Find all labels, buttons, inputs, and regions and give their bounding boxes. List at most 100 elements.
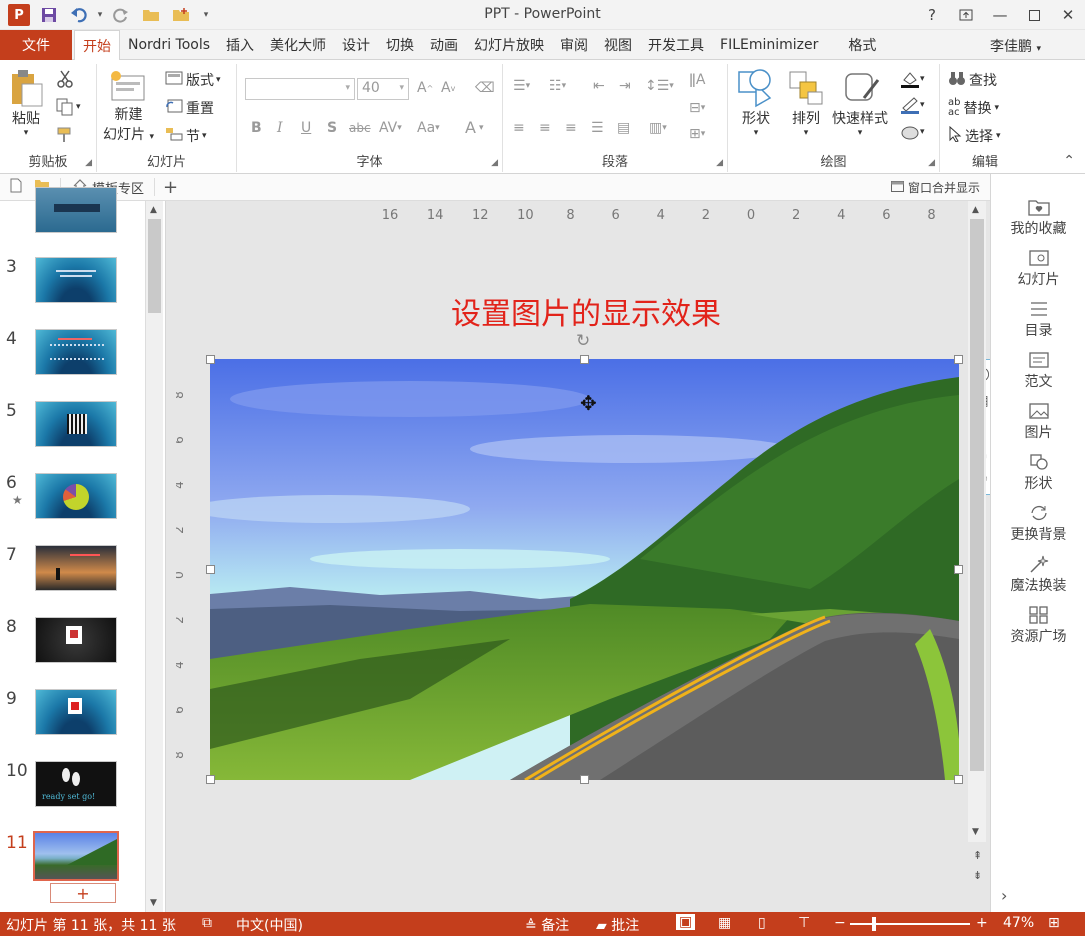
thumbnail-scrollbar[interactable]: ▲ ▼: [145, 201, 163, 912]
slide-thumbnail[interactable]: [35, 473, 117, 519]
underline-icon[interactable]: U: [301, 120, 311, 136]
slide-thumbnail-row[interactable]: 4: [0, 329, 145, 379]
maximize-icon[interactable]: [1017, 0, 1051, 30]
open-folder-icon[interactable]: [136, 0, 166, 30]
replace-button[interactable]: ab ac 替换 ▾: [948, 98, 999, 118]
slide-thumbnail[interactable]: ready set go!: [35, 761, 117, 807]
tab-home[interactable]: 开始: [74, 30, 120, 61]
user-account[interactable]: 李佳鹏 ▾: [990, 36, 1041, 56]
scroll-up-icon[interactable]: ▲: [150, 205, 157, 215]
tab-beautify-master[interactable]: 美化大师: [262, 30, 334, 60]
strikethrough-icon[interactable]: abc: [349, 121, 371, 135]
align-text-icon[interactable]: ⊟ ▾: [689, 100, 705, 116]
slide-thumbnail-2-partial[interactable]: [35, 187, 117, 233]
tab-nordri-tools[interactable]: Nordri Tools: [120, 30, 218, 60]
spell-check-icon[interactable]: ⧉: [202, 915, 212, 931]
scroll-down-icon[interactable]: ▼: [150, 898, 157, 908]
tab-slide-show[interactable]: 幻灯片放映: [466, 30, 552, 60]
font-name-box[interactable]: ▾: [245, 78, 355, 100]
italic-icon[interactable]: I: [277, 120, 283, 136]
scroll-thumb[interactable]: [148, 219, 161, 313]
language-indicator[interactable]: 中文(中国): [236, 915, 303, 935]
resize-handle-bottom-left[interactable]: [206, 775, 215, 784]
side-favorites[interactable]: 我的收藏: [991, 196, 1085, 238]
undo-icon[interactable]: [64, 0, 94, 30]
paste-button[interactable]: 粘贴 ▾: [8, 68, 44, 138]
bullets-icon[interactable]: ☰ ▾: [513, 78, 530, 94]
justify-icon[interactable]: ☰: [591, 120, 604, 136]
side-magic-makeover[interactable]: 魔法换装: [991, 553, 1085, 595]
rotate-handle-icon[interactable]: ↻: [576, 331, 590, 351]
slide-thumbnail-row[interactable]: 6 ★: [0, 473, 145, 523]
columns-icon[interactable]: ▥ ▾: [649, 120, 667, 136]
drawing-launcher-icon[interactable]: ◢: [928, 158, 935, 168]
font-size-box[interactable]: 40 ▾: [357, 78, 409, 100]
slide-thumbnail-row[interactable]: 3: [0, 257, 145, 307]
shape-outline-icon[interactable]: ▾: [900, 96, 925, 114]
scroll-up-icon[interactable]: ▲: [972, 205, 979, 215]
resize-handle-bottom-right[interactable]: [954, 775, 963, 784]
slide-thumbnail[interactable]: [35, 617, 117, 663]
redo-icon[interactable]: [106, 0, 136, 30]
text-direction-icon[interactable]: ǁA: [689, 72, 705, 88]
slide-thumbnail-row-selected[interactable]: 11: [0, 831, 145, 883]
slide-picture[interactable]: [210, 359, 959, 780]
slideshow-view-icon[interactable]: ⊤: [798, 915, 810, 931]
notes-button[interactable]: ≜ 备注: [525, 915, 569, 935]
slide-sorter-icon[interactable]: ▦: [718, 915, 731, 931]
resize-handle-top-center[interactable]: [580, 355, 589, 364]
resize-handle-top-right[interactable]: [954, 355, 963, 364]
customize-toolbar-icon[interactable]: ▾: [196, 0, 216, 30]
grow-font-icon[interactable]: A ^: [417, 80, 433, 96]
slide-title[interactable]: 设置图片的显示效果: [266, 289, 906, 333]
tab-animations[interactable]: 动画: [422, 30, 466, 60]
decrease-indent-icon[interactable]: ⇤: [593, 78, 605, 94]
add-slide-button[interactable]: +: [50, 883, 116, 903]
side-toc[interactable]: 目录: [991, 298, 1085, 340]
help-icon[interactable]: ?: [915, 0, 949, 30]
select-button[interactable]: 选择 ▾: [948, 125, 1001, 146]
shapes-button[interactable]: 形状 ▾: [736, 68, 776, 138]
change-case-icon[interactable]: Aa ▾: [417, 120, 440, 136]
slide-counter[interactable]: 幻灯片 第 11 张，共 11 张: [6, 915, 176, 935]
tab-view[interactable]: 视图: [596, 30, 640, 60]
tab-format[interactable]: 格式: [826, 30, 884, 60]
slide-thumbnail-row[interactable]: 8: [0, 617, 145, 667]
shrink-font-icon[interactable]: Av: [441, 80, 455, 96]
slide-thumbnail-row[interactable]: 9: [0, 689, 145, 739]
convert-smartart-icon[interactable]: ⊞ ▾: [689, 126, 705, 142]
layout-button[interactable]: 版式 ▾: [165, 70, 221, 90]
slide-thumbnail-row[interactable]: 10 ready set go!: [0, 761, 145, 811]
increase-indent-icon[interactable]: ⇥: [619, 78, 631, 94]
side-resource-square[interactable]: 资源广场: [991, 604, 1085, 646]
shape-effects-icon[interactable]: ▾: [900, 124, 925, 140]
shape-fill-icon[interactable]: ▾: [900, 70, 925, 88]
scroll-thumb[interactable]: [970, 219, 984, 771]
tab-developer[interactable]: 开发工具: [640, 30, 712, 60]
text-shadow-icon[interactable]: S: [327, 120, 337, 136]
quick-styles-button[interactable]: 快速样式 ▾: [832, 68, 888, 138]
expand-panel-icon[interactable]: ›: [1001, 886, 1007, 905]
format-painter-icon[interactable]: [56, 126, 74, 144]
scroll-down-icon[interactable]: ▼: [972, 827, 979, 837]
align-right-icon[interactable]: ≡: [565, 120, 577, 136]
new-document-icon[interactable]: [10, 178, 22, 197]
resize-handle-bottom-center[interactable]: [580, 775, 589, 784]
slide-thumbnail[interactable]: [35, 329, 117, 375]
character-spacing-icon[interactable]: AV ▾: [379, 120, 402, 136]
copy-icon[interactable]: ▾: [56, 98, 81, 116]
paragraph-launcher-icon[interactable]: ◢: [716, 158, 723, 168]
tab-file[interactable]: 文件: [0, 30, 72, 60]
clipboard-launcher-icon[interactable]: ◢: [85, 158, 92, 168]
resize-handle-middle-left[interactable]: [206, 565, 215, 574]
close-icon[interactable]: ✕: [1051, 0, 1085, 30]
zoom-slider-thumb[interactable]: [872, 917, 876, 931]
section-button[interactable]: 节 ▾: [165, 126, 207, 146]
next-slide-icon[interactable]: ⇟: [973, 869, 982, 882]
minimize-icon[interactable]: —: [983, 0, 1017, 30]
align-center-icon[interactable]: ≡: [539, 120, 551, 136]
clear-formatting-icon[interactable]: ⌫: [475, 80, 495, 96]
slide-thumbnail[interactable]: [33, 831, 119, 881]
zoom-slider[interactable]: [850, 917, 970, 931]
slide-thumbnail[interactable]: [35, 257, 117, 303]
